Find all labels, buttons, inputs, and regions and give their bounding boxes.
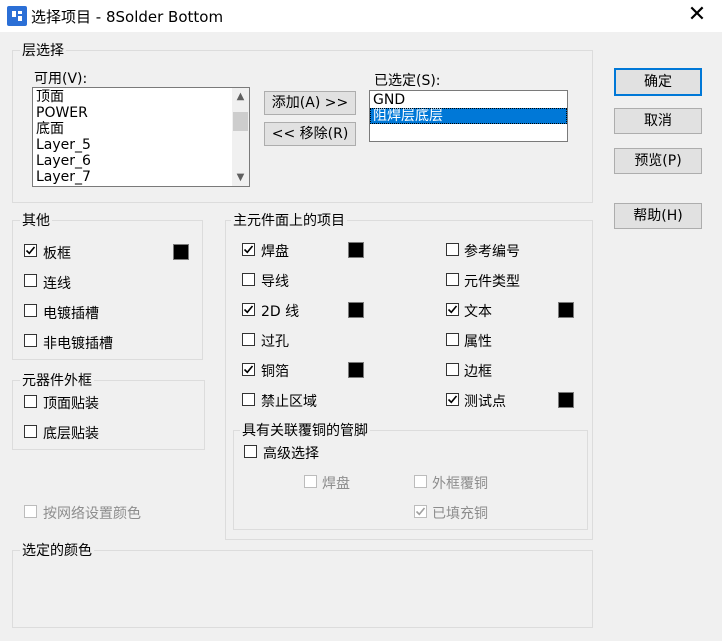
selected-listbox[interactable]: GND 阻焊层底层 bbox=[369, 90, 568, 142]
add-button[interactable]: 添加(A) >> bbox=[264, 91, 356, 115]
list-item[interactable]: Layer_5 bbox=[33, 137, 249, 153]
ref-des-label: 参考编号 bbox=[464, 244, 520, 260]
close-icon[interactable]: ✕ bbox=[686, 4, 708, 26]
copper-checkbox[interactable] bbox=[242, 363, 255, 376]
main-side-legend: 主元件面上的项目 bbox=[231, 210, 347, 230]
scroll-thumb[interactable] bbox=[233, 112, 248, 131]
keepout-checkbox[interactable] bbox=[242, 393, 255, 406]
net-color-label: 按网络设置颜色 bbox=[43, 506, 141, 522]
list-item[interactable]: Layer_6 bbox=[33, 153, 249, 169]
top-smd-checkbox[interactable] bbox=[24, 395, 37, 408]
list-item[interactable]: 阻焊层底层 bbox=[370, 108, 567, 124]
connections-checkbox[interactable] bbox=[24, 274, 37, 287]
plated-slots-label: 电镀插槽 bbox=[43, 306, 99, 322]
selected-label: 已选定(S): bbox=[374, 73, 441, 89]
pin-pad-checkbox[interactable] bbox=[304, 475, 317, 488]
pin-pad-label: 焊盘 bbox=[322, 476, 350, 492]
net-color-checkbox[interactable] bbox=[24, 505, 37, 518]
advanced-select-label: 高级选择 bbox=[263, 446, 319, 462]
list-item[interactable]: 顶面 bbox=[33, 89, 249, 105]
top-smd-label: 顶面贴装 bbox=[43, 396, 99, 412]
app-icon bbox=[7, 6, 27, 26]
available-listbox[interactable]: 顶面 POWER 底面 Layer_5 Layer_6 Layer_7 ▲ ▼ bbox=[32, 87, 250, 187]
board-outline-color-swatch[interactable] bbox=[173, 244, 189, 260]
lines-2d-label: 2D 线 bbox=[261, 304, 300, 320]
list-item[interactable]: 底面 bbox=[33, 121, 249, 137]
layer-select-legend: 层选择 bbox=[20, 40, 66, 60]
lines-2d-color-swatch[interactable] bbox=[348, 302, 364, 318]
ref-des-checkbox[interactable] bbox=[446, 243, 459, 256]
selected-colors-group bbox=[12, 550, 593, 628]
nonplated-slots-checkbox[interactable] bbox=[24, 334, 37, 347]
pads-label: 焊盘 bbox=[261, 244, 289, 260]
bottom-smd-label: 底层贴装 bbox=[43, 426, 99, 442]
keepout-label: 禁止区域 bbox=[261, 394, 317, 410]
scroll-down-icon[interactable]: ▼ bbox=[232, 169, 249, 186]
text-checkbox[interactable] bbox=[446, 303, 459, 316]
vias-label: 过孔 bbox=[261, 334, 289, 350]
traces-checkbox[interactable] bbox=[242, 273, 255, 286]
part-type-label: 元件类型 bbox=[464, 274, 520, 290]
traces-label: 导线 bbox=[261, 274, 289, 290]
text-label: 文本 bbox=[464, 304, 492, 320]
pads-color-swatch[interactable] bbox=[348, 242, 364, 258]
component-outline-legend: 元器件外框 bbox=[20, 370, 94, 390]
available-label: 可用(V): bbox=[34, 71, 88, 87]
filled-copper-checkbox[interactable] bbox=[414, 505, 427, 518]
test-points-label: 测试点 bbox=[464, 394, 506, 410]
available-scrollbar[interactable]: ▲ ▼ bbox=[232, 88, 249, 186]
borders-checkbox[interactable] bbox=[446, 363, 459, 376]
board-outline-checkbox[interactable] bbox=[24, 244, 37, 257]
other-legend: 其他 bbox=[20, 210, 52, 230]
part-type-checkbox[interactable] bbox=[446, 273, 459, 286]
lines-2d-checkbox[interactable] bbox=[242, 303, 255, 316]
preview-button[interactable]: 预览(P) bbox=[614, 148, 702, 174]
help-button[interactable]: 帮助(H) bbox=[614, 203, 702, 229]
test-points-color-swatch[interactable] bbox=[558, 392, 574, 408]
list-item[interactable]: Layer_7 bbox=[33, 169, 249, 185]
borders-label: 边框 bbox=[464, 364, 492, 380]
bottom-smd-checkbox[interactable] bbox=[24, 425, 37, 438]
cancel-button[interactable]: 取消 bbox=[614, 108, 702, 134]
test-points-checkbox[interactable] bbox=[446, 393, 459, 406]
window-title: 选择项目 - 8Solder Bottom bbox=[31, 8, 224, 26]
list-item[interactable]: GND bbox=[370, 92, 567, 108]
filled-copper-label: 已填充铜 bbox=[432, 506, 488, 522]
vias-checkbox[interactable] bbox=[242, 333, 255, 346]
attributes-checkbox[interactable] bbox=[446, 333, 459, 346]
outline-pour-label: 外框覆铜 bbox=[432, 476, 488, 492]
text-color-swatch[interactable] bbox=[558, 302, 574, 318]
component-outline-group bbox=[12, 380, 205, 450]
board-outline-label: 板框 bbox=[43, 246, 71, 262]
copper-label: 铜箔 bbox=[261, 364, 289, 380]
advanced-select-checkbox[interactable] bbox=[244, 445, 257, 458]
list-item[interactable]: POWER bbox=[33, 105, 249, 121]
nonplated-slots-label: 非电镀插槽 bbox=[43, 336, 113, 352]
selected-colors-legend: 选定的颜色 bbox=[20, 540, 94, 560]
connections-label: 连线 bbox=[43, 276, 71, 292]
ok-button[interactable]: 确定 bbox=[614, 68, 702, 96]
outline-pour-checkbox[interactable] bbox=[414, 475, 427, 488]
plated-slots-checkbox[interactable] bbox=[24, 304, 37, 317]
pins-legend: 具有关联覆铜的管脚 bbox=[240, 420, 370, 440]
scroll-up-icon[interactable]: ▲ bbox=[232, 88, 249, 105]
copper-color-swatch[interactable] bbox=[348, 362, 364, 378]
remove-button[interactable]: << 移除(R) bbox=[264, 122, 356, 146]
pads-checkbox[interactable] bbox=[242, 243, 255, 256]
attributes-label: 属性 bbox=[464, 334, 492, 350]
